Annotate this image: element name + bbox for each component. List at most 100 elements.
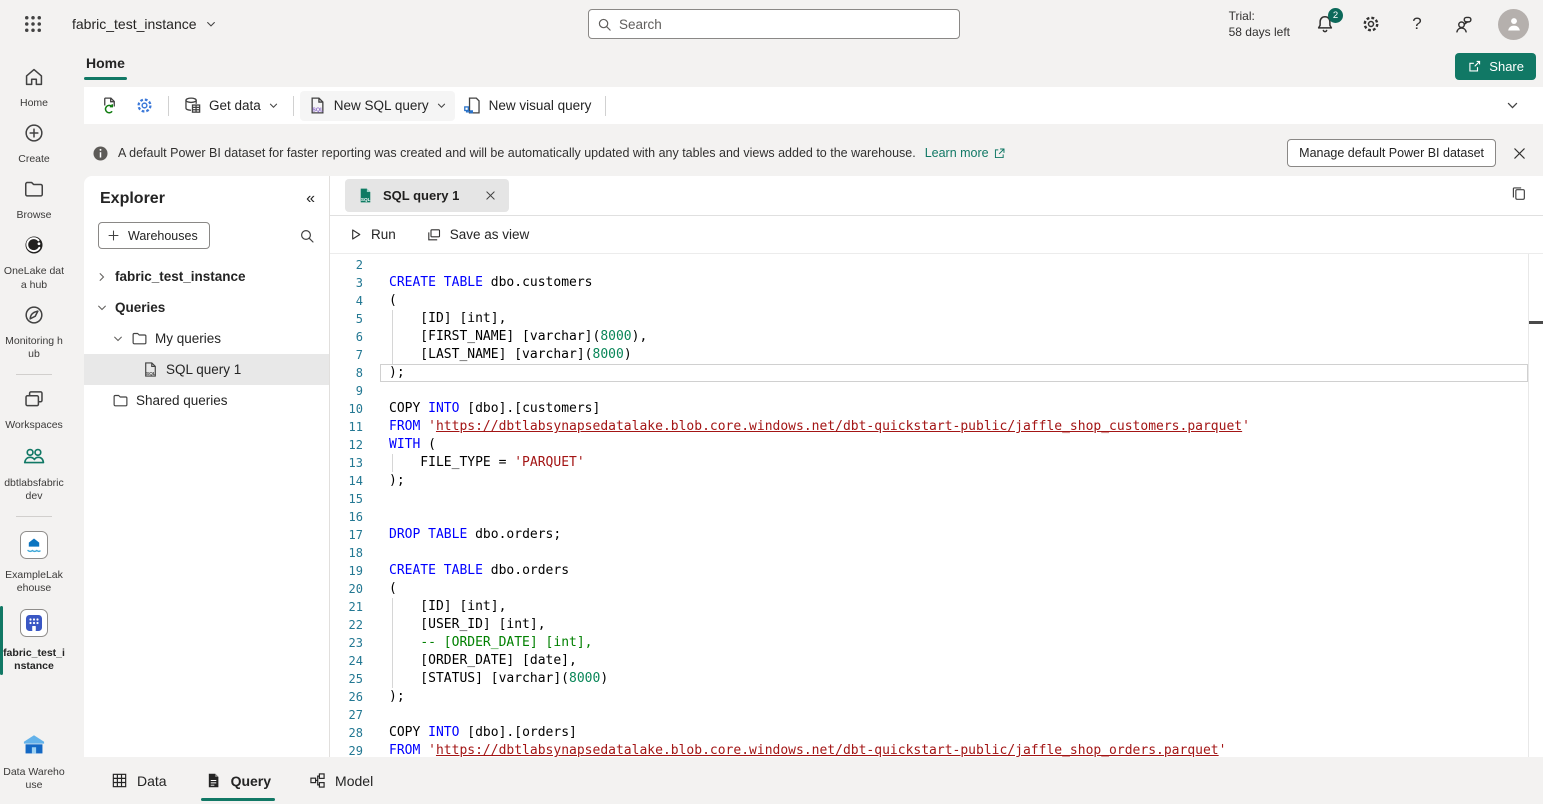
tree-item-shared-queries[interactable]: Shared queries (84, 385, 329, 416)
nav-item-label: Workspaces (5, 419, 63, 432)
tree-item-label: fabric_test_instance (115, 269, 246, 284)
save-as-view-button[interactable]: Save as view (426, 227, 530, 243)
app-launcher-icon[interactable] (22, 13, 44, 35)
nav-item-monitoring-hub[interactable]: Monitoring hub (0, 298, 68, 367)
external-link-icon (993, 147, 1006, 160)
warehouse-icon (19, 608, 49, 643)
banner-actions: Manage default Power BI dataset (1287, 139, 1543, 167)
nav-item-fabric-test-instance[interactable]: fabric_test_instance (0, 602, 68, 679)
line-number: 23 (330, 634, 380, 652)
gear-icon (1361, 14, 1381, 34)
feedback-button[interactable] (1452, 13, 1474, 35)
share-button[interactable]: Share (1455, 53, 1536, 80)
view-tab-model[interactable]: Model (295, 757, 387, 804)
share-label: Share (1489, 59, 1524, 74)
default-dataset-banner: A default Power BI dataset for faster re… (84, 134, 1543, 172)
explorer-header: Explorer « (84, 176, 329, 218)
chevron-down-icon[interactable] (112, 333, 124, 345)
svg-text:SQL: SQL (146, 371, 156, 377)
editor-scrollbar[interactable] (1528, 254, 1529, 757)
workspace-title-dropdown[interactable]: fabric_test_instance (72, 16, 217, 32)
nav-item-browse[interactable]: Browse (0, 172, 68, 228)
learn-more-link[interactable]: Learn more (925, 146, 1006, 160)
folder-icon (112, 392, 129, 409)
close-icon[interactable] (1512, 146, 1527, 161)
line-number: 18 (330, 544, 380, 562)
nav-item-data-warehouse[interactable]: Data Warehouse (0, 725, 68, 798)
close-tab-icon[interactable] (484, 189, 497, 202)
user-avatar[interactable] (1498, 9, 1529, 40)
code-line-20: 20( (330, 580, 1543, 598)
fabric-app-window: fabric_test_instance Trial: 58 days left… (0, 0, 1543, 804)
sql-code-editor[interactable]: 23CREATE TABLE dbo.customers4(5 [ID] [in… (330, 254, 1543, 757)
querydoc-icon (205, 772, 222, 789)
explorer-panel: Explorer « Warehouses fabric_test_instan… (84, 176, 330, 757)
content-area: Explorer « Warehouses fabric_test_instan… (84, 176, 1543, 757)
workspace-title: fabric_test_instance (72, 16, 197, 32)
nav-item-dbtlabsfabricdev[interactable]: dbtlabsfabricdev (0, 438, 68, 509)
new-sql-query-button[interactable]: SQL New SQL query (300, 91, 455, 121)
manage-dataset-button[interactable]: Manage default Power BI dataset (1287, 139, 1496, 167)
query-tab[interactable]: SQL SQL query 1 (345, 179, 509, 212)
nav-item-home[interactable]: Home (0, 60, 68, 116)
tab-home[interactable]: Home (84, 55, 127, 80)
view-tab-query[interactable]: Query (191, 757, 285, 804)
svg-text:SQL: SQL (312, 108, 324, 114)
code-line-6: 6 [FIRST_NAME] [varchar](8000), (330, 328, 1543, 346)
view-tab-data[interactable]: Data (97, 757, 181, 804)
line-number: 2 (330, 256, 380, 274)
help-button[interactable]: ? (1406, 13, 1428, 35)
folder-icon (131, 330, 148, 347)
run-button[interactable]: Run (348, 227, 396, 242)
nav-item-workspaces[interactable]: Workspaces (0, 382, 68, 438)
code-line-19: 19CREATE TABLE dbo.orders (330, 562, 1543, 580)
toolbar-collapse-button[interactable] (1506, 99, 1519, 112)
monitoring-icon (23, 304, 45, 331)
notifications-button[interactable]: 2 (1314, 13, 1336, 35)
chevron-right-icon[interactable] (96, 271, 108, 283)
search-icon[interactable] (299, 228, 315, 244)
explorer-title: Explorer (100, 190, 165, 208)
search-input[interactable] (619, 17, 951, 32)
get-data-button[interactable]: Get data (175, 91, 287, 121)
chevron-down-icon[interactable] (96, 302, 108, 314)
code-line-3: 3CREATE TABLE dbo.customers (330, 274, 1543, 292)
line-number: 20 (330, 580, 380, 598)
line-content: -- [ORDER_DATE] [int], (380, 634, 1528, 652)
line-content: ( (380, 292, 1528, 310)
line-content (380, 256, 1528, 274)
settings-button[interactable] (1360, 13, 1382, 35)
line-content (380, 706, 1528, 724)
chevron-down-icon (1506, 99, 1519, 112)
tree-item-my-queries[interactable]: My queries (84, 323, 329, 354)
tree-item-sql-query-1[interactable]: SQLSQL query 1 (84, 354, 329, 385)
search-icon (597, 17, 612, 32)
nav-item-create[interactable]: Create (0, 116, 68, 172)
nav-item-onelake-data-hub[interactable]: OneLake data hub (0, 228, 68, 297)
new-warehouse-button[interactable]: Warehouses (98, 222, 210, 249)
tree-item-fabric-test-instance[interactable]: fabric_test_instance (84, 261, 329, 292)
nav-divider (16, 516, 52, 517)
view-tab-label: Query (231, 773, 271, 789)
notification-badge: 2 (1328, 8, 1343, 23)
collapse-panel-icon[interactable]: « (306, 190, 315, 208)
refresh-dataset-button[interactable] (92, 91, 127, 121)
new-visual-query-button[interactable]: New visual query (455, 91, 600, 121)
code-line-18: 18 (330, 544, 1543, 562)
copy-icon[interactable] (1510, 186, 1527, 203)
nav-item-label: dbtlabsfabricdev (3, 477, 65, 503)
sql-file-green-icon: SQL (357, 187, 374, 204)
code-line-29: 29FROM 'https://dbtlabsynapsedatalake.bl… (330, 742, 1543, 757)
code-line-26: 26); (330, 688, 1543, 706)
line-number: 11 (330, 418, 380, 436)
code-line-27: 27 (330, 706, 1543, 724)
toolbar-divider (293, 96, 294, 116)
line-number: 7 (330, 346, 380, 364)
banner-message: A default Power BI dataset for faster re… (118, 146, 916, 160)
create-icon (23, 122, 45, 149)
query-settings-button[interactable] (127, 91, 162, 121)
query-action-bar: Run Save as view (330, 216, 1543, 254)
scroll-position-marker (1529, 321, 1543, 324)
nav-item-examplelakehouse[interactable]: ExampleLakehouse (0, 524, 68, 601)
tree-item-queries[interactable]: Queries (84, 292, 329, 323)
